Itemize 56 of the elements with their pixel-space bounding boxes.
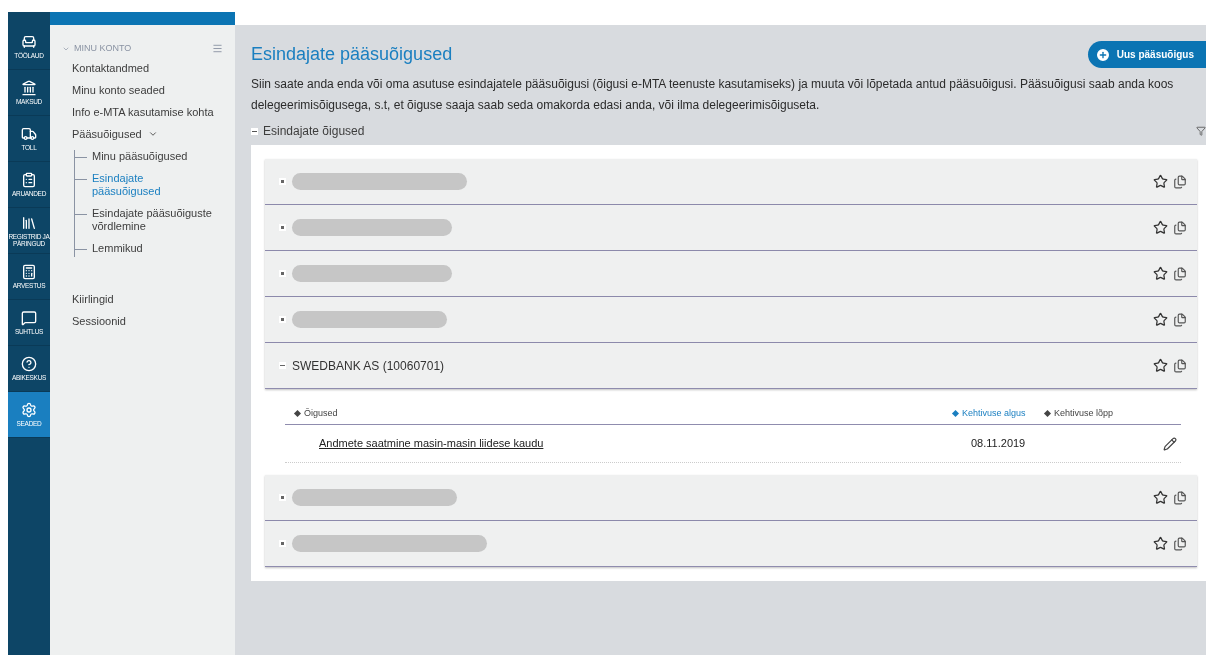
nav-icon	[21, 80, 37, 96]
sidebar-link[interactable]: Esindajate pääsuõigused	[92, 171, 212, 198]
star-icon[interactable]	[1153, 220, 1168, 235]
expand-icon[interactable]	[279, 270, 286, 277]
expand-icon[interactable]	[279, 224, 286, 231]
sidebar-link[interactable]: Minu konto seaded	[72, 83, 223, 97]
star-icon[interactable]	[1153, 536, 1168, 551]
nav-icon	[21, 264, 37, 280]
section-toggle[interactable]: Esindajate õigused	[251, 122, 365, 140]
sidebar-link[interactable]: Kontaktandmed	[72, 61, 223, 75]
representative-name: SWEDBANK AS (10060701)	[292, 357, 445, 375]
column-header[interactable]: Kehtivuse lõpp	[1045, 406, 1181, 421]
sidebar-link[interactable]: Sessioonid	[72, 314, 223, 328]
representative-row[interactable]: SWEDBANK AS (10060701)	[265, 343, 1197, 389]
copy-icon[interactable]	[1173, 536, 1187, 551]
edit-icon[interactable]	[1163, 436, 1177, 451]
page-title: Esindajate pääsuõigused	[251, 43, 453, 66]
expand-icon[interactable]	[279, 178, 286, 185]
nav-icon	[21, 172, 37, 188]
caret-icon	[147, 129, 158, 139]
star-icon[interactable]	[1153, 358, 1168, 373]
copy-icon[interactable]	[1173, 174, 1187, 189]
star-icon[interactable]	[1153, 312, 1168, 327]
column-header[interactable]: Kehtivuse algus	[953, 406, 1045, 421]
description: Siin saate anda enda või oma asutuse esindajatele pääsuõigusi (õigusi e-MTA teenuste kasutamiseks) ja muuta või lõpetada antud pääsuõigusi. Pääsuõigusi saab anda koos delegeerimisõigusega, s.t, et õiguse saaja saab seda omakorda edasi anda, või ilma delegeerimisõiguseta.	[251, 76, 1175, 114]
copy-icon[interactable]	[1173, 266, 1187, 281]
copy-icon[interactable]	[1173, 312, 1187, 327]
sidebar-link[interactable]: Esindajate pääsuõiguste võrdlemine	[92, 206, 212, 233]
sidebar-link[interactable]: Lemmikud	[92, 241, 143, 255]
star-icon[interactable]	[1153, 174, 1168, 189]
copy-icon[interactable]	[1173, 358, 1187, 373]
copy-icon[interactable]	[1173, 490, 1187, 505]
nav-icon	[21, 310, 37, 326]
sidebar-link[interactable]: Kiirlingid	[72, 292, 223, 306]
access-right-link[interactable]: Andmete saatmine masin-masin liidese kaudu	[319, 435, 971, 452]
expand-icon[interactable]	[279, 316, 286, 323]
collapse-icon[interactable]	[279, 362, 286, 369]
sidebar-link[interactable]: Info e-MTA kasutamise kohta	[72, 105, 223, 119]
copy-icon[interactable]	[1173, 220, 1187, 235]
expand-icon[interactable]	[279, 540, 286, 547]
sidebar-link[interactable]: Minu pääsuõigused	[92, 149, 188, 163]
collapse-icon	[251, 127, 258, 135]
star-icon[interactable]	[1153, 490, 1168, 505]
nav-icon	[21, 356, 37, 372]
nav-icon	[21, 126, 37, 142]
nav-icon	[21, 214, 37, 231]
plus-icon	[1094, 46, 1111, 63]
nav-icon	[21, 402, 37, 418]
expand-icon[interactable]	[279, 494, 286, 501]
sidebar-link[interactable]: Pääsuõigused	[72, 127, 223, 141]
column-header[interactable]: Õigused	[295, 406, 953, 421]
table-cell-text: 08.11.2019	[971, 436, 1027, 452]
filter-icon[interactable]	[1196, 126, 1206, 136]
nav-icon	[21, 34, 37, 50]
new-access-button[interactable]: Uus pääsuõigus	[1087, 41, 1206, 68]
star-icon[interactable]	[1153, 266, 1168, 281]
